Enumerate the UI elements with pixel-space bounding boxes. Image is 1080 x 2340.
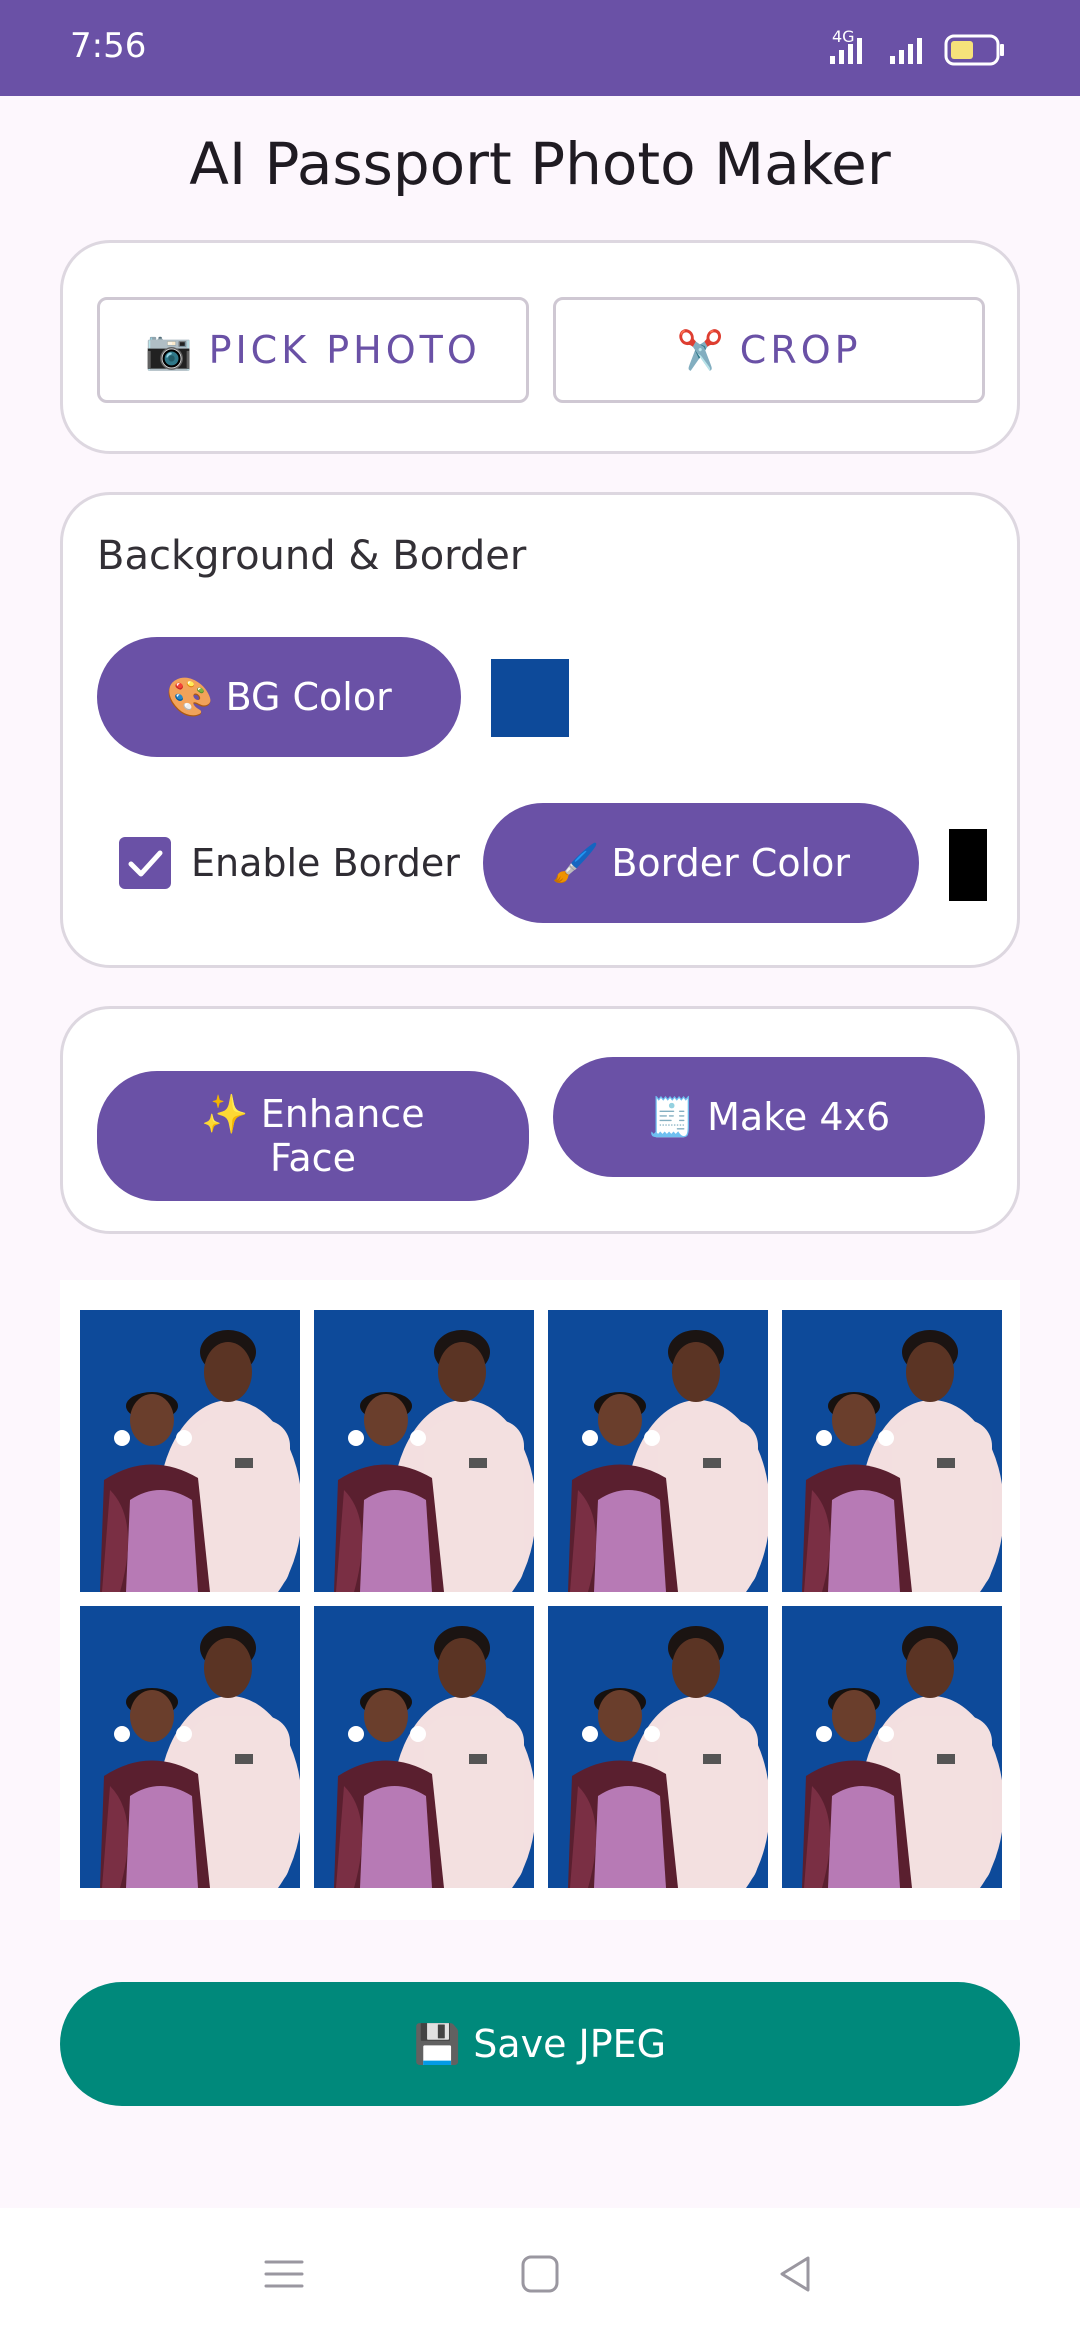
save-jpeg-label: Save JPEG: [473, 2022, 667, 2066]
border-color-label: Border Color: [611, 841, 850, 885]
passport-photo-7: [548, 1606, 768, 1888]
enable-border-checkbox[interactable]: [119, 837, 171, 889]
paintbrush-icon: 🖌️: [551, 841, 600, 885]
status-time: 7:56: [70, 26, 147, 66]
bg-color-swatch[interactable]: [491, 659, 569, 737]
passport-photo-1: [80, 1310, 300, 1592]
enhance-face-button[interactable]: ✨ Enhance Face: [97, 1071, 529, 1201]
system-nav-bar: [0, 2208, 1080, 2340]
border-color-swatch[interactable]: [949, 829, 987, 901]
passport-photo-4: [782, 1310, 1002, 1592]
status-icons: 4G: [830, 27, 1004, 66]
enhance-face-line1: ✨ Enhance: [201, 1092, 425, 1136]
passport-photo-2: [314, 1310, 534, 1592]
make-4x6-label: Make 4x6: [707, 1095, 891, 1139]
section-title: Background & Border: [97, 533, 527, 579]
pick-photo-button[interactable]: 📷 PICK PHOTO: [97, 297, 529, 403]
save-jpeg-button[interactable]: 💾 Save JPEG: [60, 1982, 1020, 2106]
signal-icon-2: [890, 38, 922, 64]
passport-photo-6: [314, 1606, 534, 1888]
status-bar: 7:56 4G: [0, 0, 1080, 96]
pick-photo-label: PICK PHOTO: [208, 328, 481, 372]
process-actions-card: ✨ Enhance Face 🧾 Make 4x6: [60, 1006, 1020, 1234]
battery-icon: [944, 34, 1004, 66]
background-border-card: Background & Border 🎨 BG Color Enable Bo…: [60, 492, 1020, 968]
menu-icon[interactable]: [254, 2244, 314, 2304]
bg-color-label: BG Color: [225, 675, 392, 719]
crop-button[interactable]: ✂️ CROP: [553, 297, 985, 403]
photo-sheet-preview: [60, 1280, 1020, 1920]
passport-photo-5: [80, 1606, 300, 1888]
enhance-face-line2: Face: [270, 1136, 356, 1180]
back-icon[interactable]: [766, 2244, 826, 2304]
receipt-icon: 🧾: [647, 1095, 696, 1139]
enable-border-label: Enable Border: [191, 841, 460, 885]
passport-photo-3: [548, 1310, 768, 1592]
floppy-disk-icon: 💾: [413, 2021, 462, 2066]
home-icon[interactable]: [510, 2244, 570, 2304]
photo-actions-card: 📷 PICK PHOTO ✂️ CROP: [60, 240, 1020, 454]
make-4x6-button[interactable]: 🧾 Make 4x6: [553, 1057, 985, 1177]
scissors-icon: ✂️: [676, 327, 724, 372]
camera-icon: 📷: [145, 327, 193, 372]
passport-photo-8: [782, 1606, 1002, 1888]
page-title: AI Passport Photo Maker: [189, 130, 891, 198]
network-type-label: 4G: [832, 27, 855, 46]
sparkles-icon: ✨: [201, 1092, 249, 1136]
check-icon: [128, 850, 163, 877]
crop-label: CROP: [739, 328, 862, 372]
bg-color-button[interactable]: 🎨 BG Color: [97, 637, 461, 757]
border-color-button[interactable]: 🖌️ Border Color: [483, 803, 919, 923]
palette-icon: 🎨: [166, 675, 214, 719]
